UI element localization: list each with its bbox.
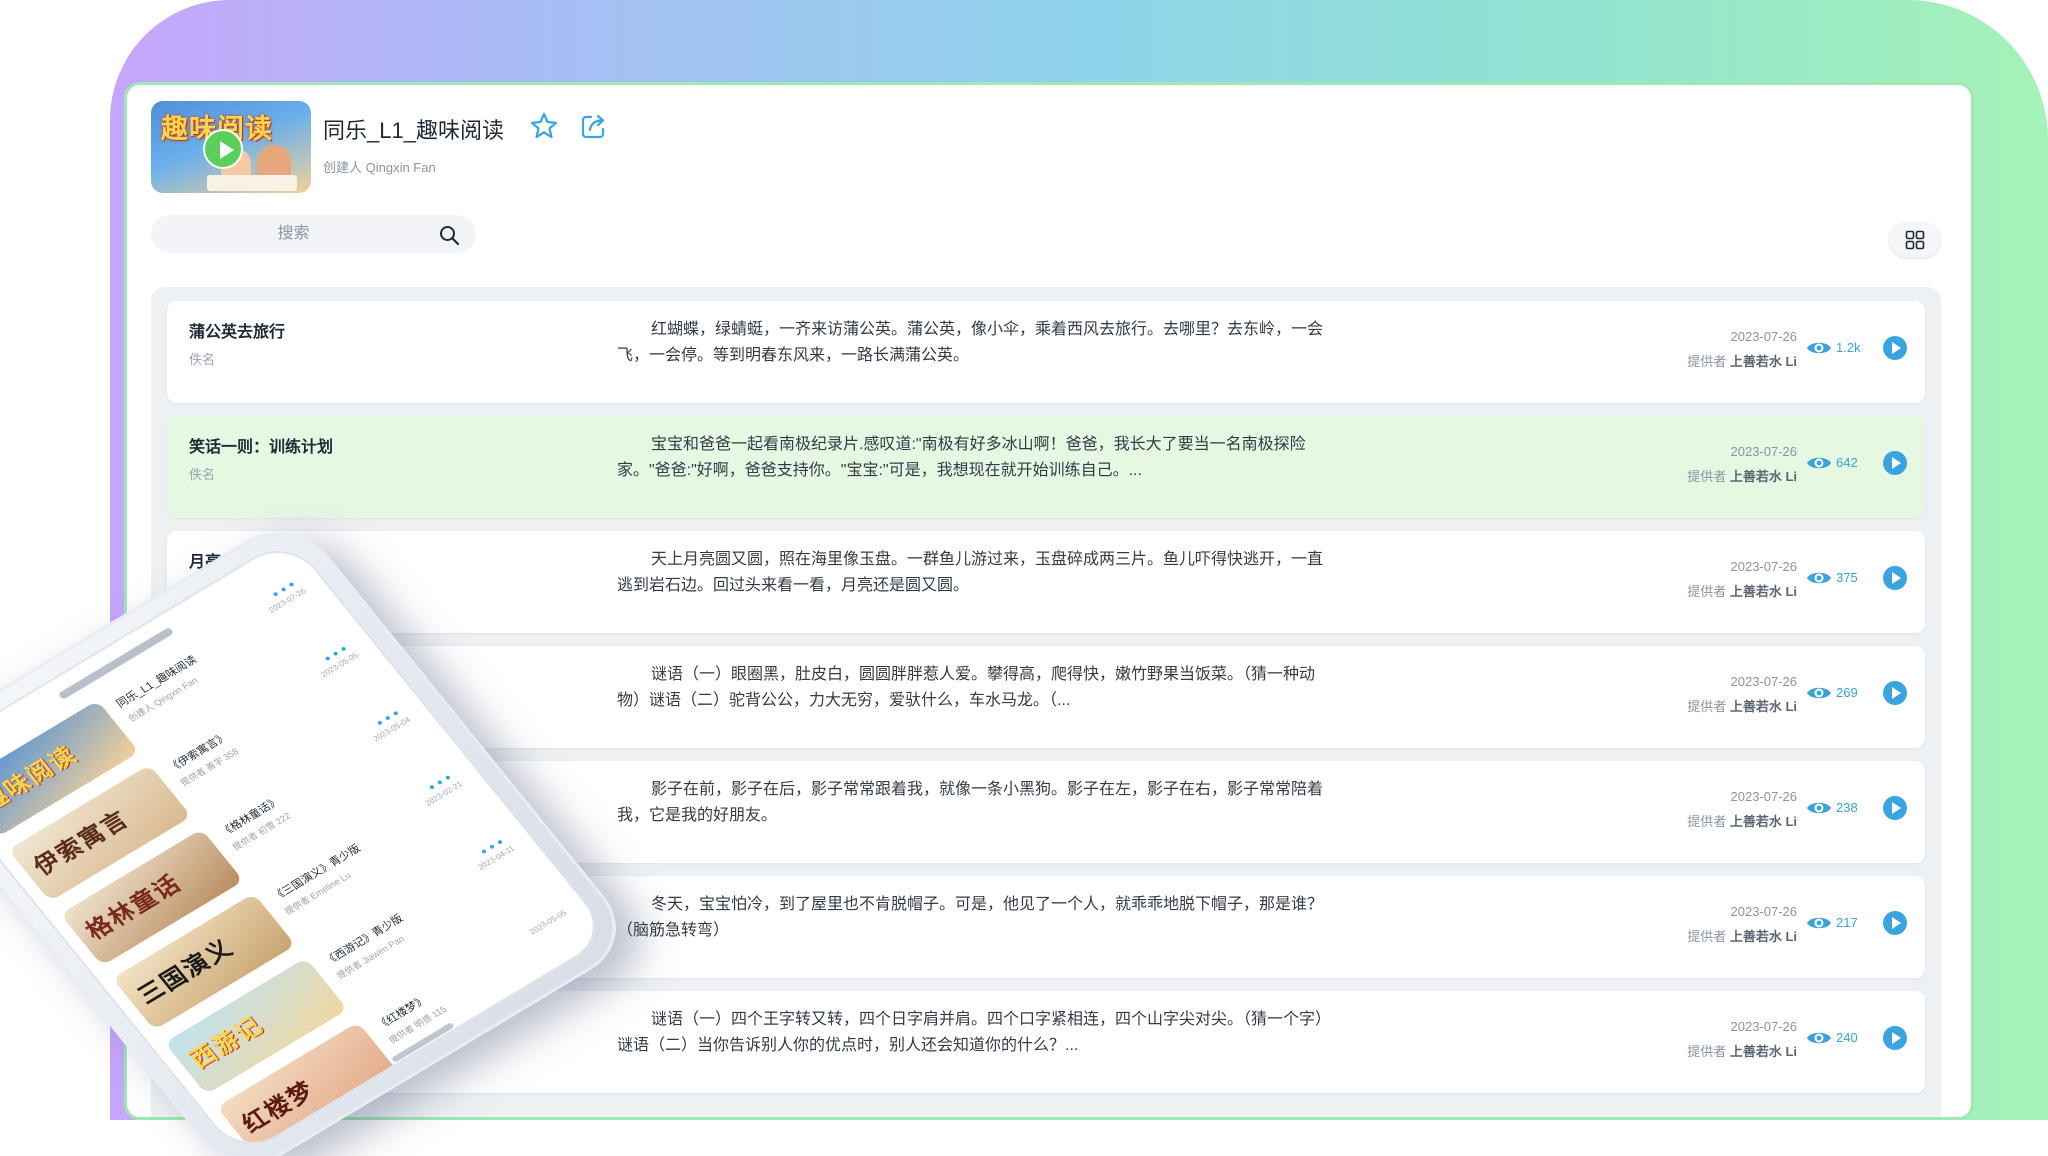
- item-provider: 提供者 上善若水 Li: [1687, 811, 1797, 830]
- item-provider: 提供者 上善若水 Li: [1687, 1041, 1797, 1060]
- item-date: 2023-07-26: [1730, 559, 1798, 574]
- play-icon[interactable]: [1883, 911, 1907, 935]
- eye-icon: [1807, 917, 1831, 929]
- item-date: 2023-07-26: [1730, 789, 1798, 804]
- play-icon[interactable]: [1883, 796, 1907, 820]
- eye-icon: [1807, 802, 1831, 814]
- provider-name: 上善若水 Li: [1729, 814, 1797, 829]
- provider-name: 上善若水 Li: [1729, 1044, 1797, 1059]
- search-input[interactable]: [151, 215, 476, 253]
- provider-name: 上善若水 Li: [1729, 469, 1797, 484]
- provider-label: 提供者: [1687, 354, 1727, 369]
- provider-name: 上善若水 Li: [1729, 354, 1797, 369]
- stage: 趣味阅读 同乐_L1_趣味阅读 创建人 Qingxin Fan: [0, 0, 2048, 1156]
- phone-cover-text: 西游记: [183, 1010, 270, 1074]
- search-icon[interactable]: [438, 224, 460, 246]
- view-count: 375: [1836, 570, 1858, 585]
- eye-icon: [1807, 457, 1831, 469]
- provider-name: 上善若水 Li: [1729, 699, 1797, 714]
- item-date: 2023-07-26: [1730, 1019, 1798, 1034]
- play-icon[interactable]: [1883, 681, 1907, 705]
- phone-cover-text: 红楼梦: [235, 1075, 322, 1138]
- view-count: 1.2k: [1836, 340, 1861, 355]
- item-title: 笑话一则：训练计划: [189, 439, 334, 456]
- play-icon[interactable]: [203, 129, 243, 169]
- item-excerpt: 冬天，宝宝怕冷，到了屋里也不肯脱帽子。可是，他见了一个人，就乖乖地脱下帽子，那是…: [617, 896, 1324, 939]
- item-provider: 提供者 上善若水 Li: [1687, 466, 1797, 485]
- view-count: 240: [1836, 1030, 1858, 1045]
- eye-icon: [1807, 342, 1831, 354]
- item-provider: 提供者 上善若水 Li: [1687, 926, 1797, 945]
- view-count: 217: [1836, 915, 1858, 930]
- grid-view-icon: [1905, 230, 1925, 250]
- grid-view-button[interactable]: [1890, 223, 1940, 257]
- item-provider: 提供者 上善若水 Li: [1687, 351, 1797, 370]
- item-excerpt: 影子在前，影子在后，影子常常跟着我，就像一条小黑狗。影子在左，影子在右，影子常常…: [617, 781, 1324, 824]
- item-date: 2023-07-26: [1730, 329, 1798, 344]
- star-icon[interactable]: [529, 111, 559, 141]
- item-excerpt: 宝宝和爸爸一起看南极纪录片.感叹道:"南极有好多冰山啊！爸爸，我长大了要当一名南…: [617, 436, 1306, 479]
- item-excerpt: 红蝴蝶，绿蜻蜓，一齐来访蒲公英。蒲公英，像小伞，乘着西风去旅行。去哪里？去东岭，…: [617, 321, 1324, 364]
- item-title: 蒲公英去旅行: [189, 324, 286, 341]
- item-provider: 提供者 上善若水 Li: [1687, 696, 1797, 715]
- item-excerpt: 谜语（一）四个王字转又转，四个日字肩并肩。四个口字紧相连，四个山字尖对尖。（猜一…: [617, 1011, 1324, 1054]
- eye-icon: [1807, 687, 1831, 699]
- play-icon[interactable]: [1883, 1026, 1907, 1050]
- provider-label: 提供者: [1687, 814, 1727, 829]
- play-icon[interactable]: [1883, 566, 1907, 590]
- item-excerpt: 谜语（一）眼圈黑，肚皮白，圆圆胖胖惹人爱。攀得高，爬得快，嫩竹野果当饭菜。（猜一…: [617, 666, 1316, 709]
- provider-label: 提供者: [1687, 929, 1727, 944]
- item-date: 2023-07-26: [1730, 674, 1798, 689]
- list-item[interactable]: 笑话一则：训练计划 佚名 宝宝和爸爸一起看南极纪录片.感叹道:"南极有好多冰山啊…: [167, 416, 1925, 518]
- item-date: 2023-07-26: [1730, 444, 1798, 459]
- item-author: 佚名: [189, 352, 216, 367]
- list-item[interactable]: 月亮 天上月亮圆又圆，照在海里像玉盘。一群鱼儿游过来，玉盘碎成两三片。鱼儿吓得快…: [167, 531, 1925, 633]
- view-count: 238: [1836, 800, 1858, 815]
- page-title: 同乐_L1_趣味阅读: [323, 118, 504, 143]
- creator-label: 创建人 Qingxin Fan: [323, 160, 436, 175]
- list-item[interactable]: 蒲公英去旅行 佚名 红蝴蝶，绿蜻蜓，一齐来访蒲公英。蒲公英，像小伞，乘着西风去旅…: [167, 301, 1925, 403]
- item-date: 2023-07-26: [1730, 904, 1798, 919]
- share-icon[interactable]: [579, 111, 609, 141]
- provider-label: 提供者: [1687, 1044, 1727, 1059]
- play-icon[interactable]: [1883, 451, 1907, 475]
- view-count: 269: [1836, 685, 1858, 700]
- item-excerpt: 天上月亮圆又圆，照在海里像玉盘。一群鱼儿游过来，玉盘碎成两三片。鱼儿吓得快逃开，…: [617, 551, 1324, 594]
- provider-label: 提供者: [1687, 469, 1727, 484]
- provider-name: 上善若水 Li: [1729, 929, 1797, 944]
- play-icon[interactable]: [1883, 336, 1907, 360]
- provider-label: 提供者: [1687, 699, 1727, 714]
- view-count: 642: [1836, 455, 1858, 470]
- item-author: 佚名: [189, 467, 216, 482]
- item-provider: 提供者 上善若水 Li: [1687, 581, 1797, 600]
- cover-illustration-book: [207, 175, 297, 191]
- phone-item-date: 2023-05-05: [527, 908, 569, 937]
- provider-name: 上善若水 Li: [1729, 584, 1797, 599]
- provider-label: 提供者: [1687, 584, 1727, 599]
- collection-cover[interactable]: 趣味阅读: [151, 101, 311, 193]
- eye-icon: [1807, 572, 1831, 584]
- eye-icon: [1807, 1032, 1831, 1044]
